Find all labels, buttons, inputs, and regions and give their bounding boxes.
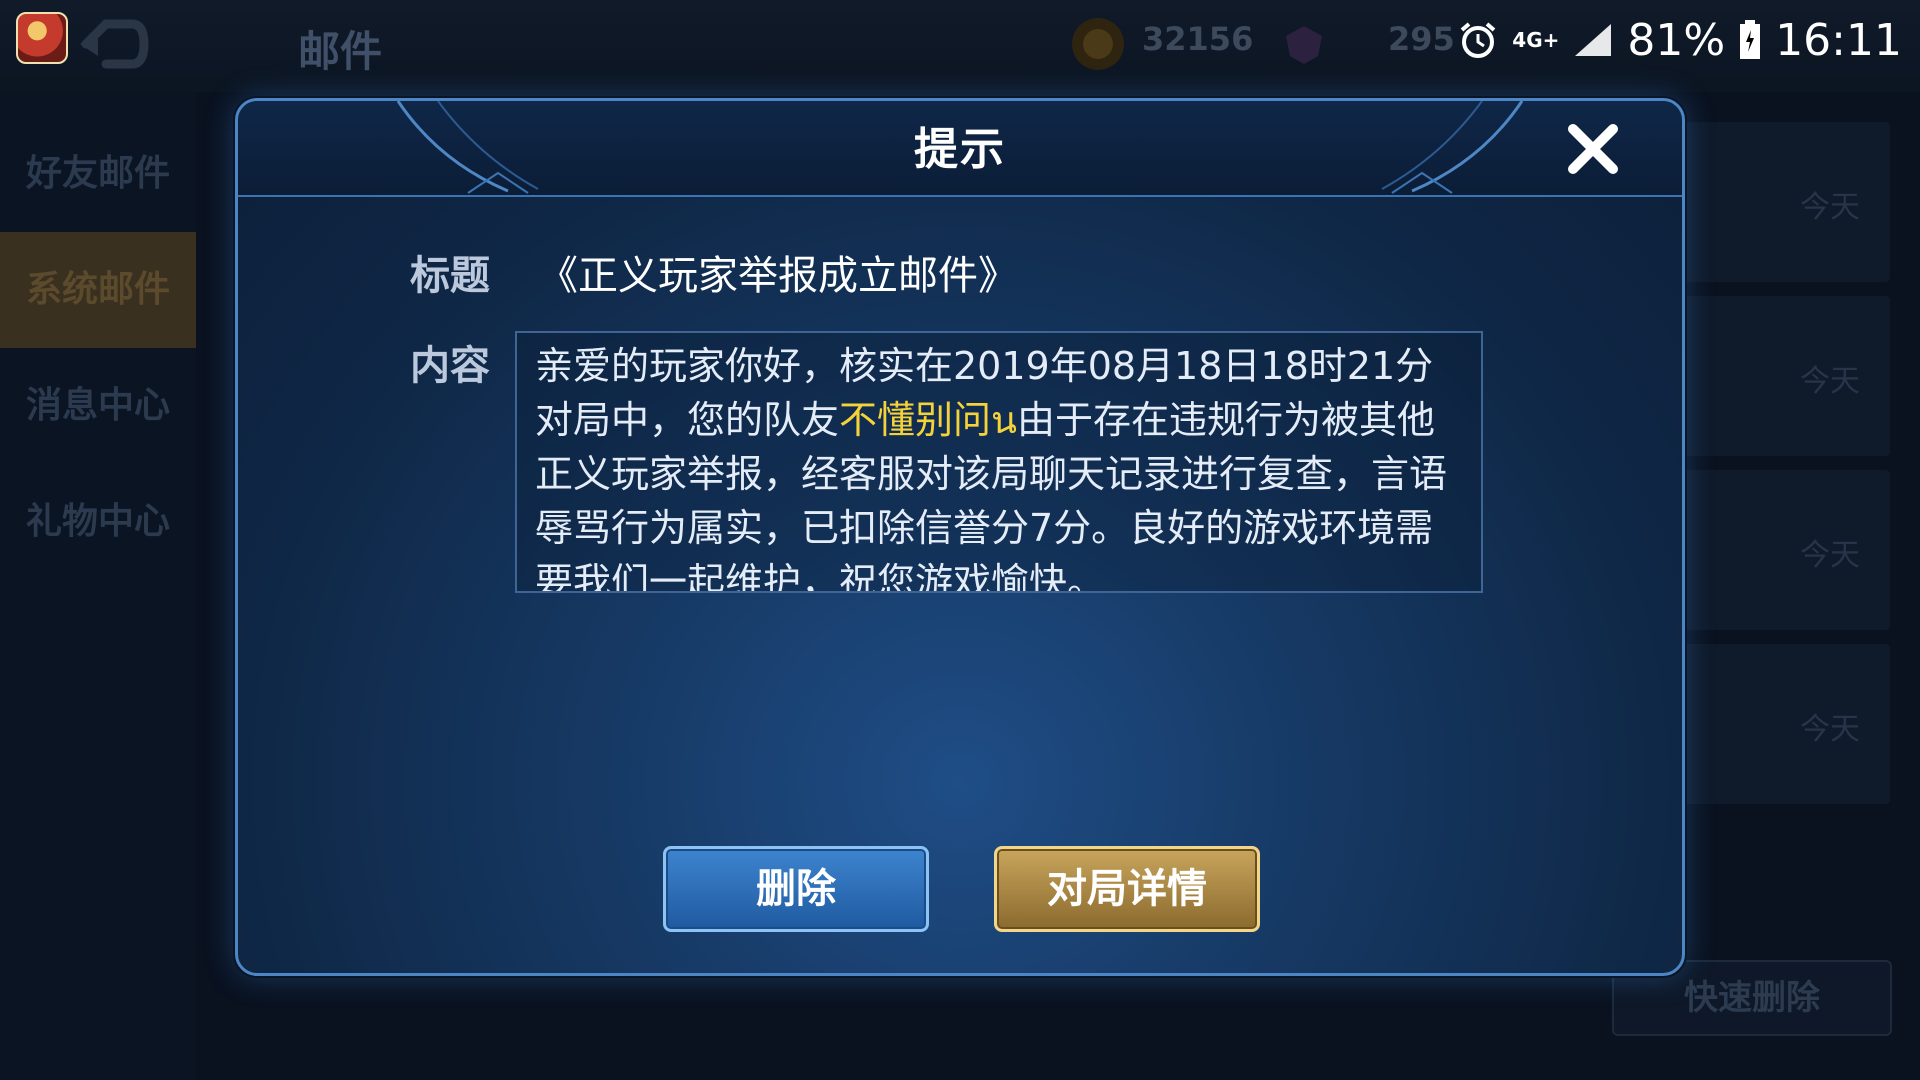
content-label: 内容 <box>410 343 490 389</box>
sidebar-item-message-center[interactable]: 消息中心 <box>0 348 196 464</box>
clock-time: 16:11 <box>1775 14 1902 66</box>
sidebar-item-system-mail[interactable]: 系统邮件 <box>0 232 196 348</box>
battery-icon <box>1740 20 1761 59</box>
mail-date: 今天 <box>1800 190 1860 225</box>
mail-date: 今天 <box>1800 538 1860 573</box>
mail-category-sidebar: 好友邮件 系统邮件 消息中心 礼物中心 <box>0 92 196 1080</box>
delete-button[interactable]: 删除 <box>663 846 929 932</box>
teammate-name: 不懂别问น <box>839 398 1017 442</box>
content-text-box[interactable]: 亲爱的玩家你好，核实在2019年08月18日18时21分对局中，您的队友不懂别问… <box>515 331 1483 593</box>
gold-coin-icon <box>1072 18 1124 70</box>
subject-label: 标题 <box>410 253 490 299</box>
alarm-icon <box>1460 22 1496 58</box>
gem-amount: 295 <box>1388 20 1455 58</box>
mail-list-row[interactable]: 今天 <box>1670 470 1890 630</box>
dialog-header: 提示 <box>238 101 1682 197</box>
notice-dialog: 提示 标题 《正义玩家举报成立邮件》 内容 亲爱的玩家你好，核实在2019年08… <box>235 98 1685 976</box>
subject-value: 《正义玩家举报成立邮件》 <box>538 253 1018 299</box>
dialog-title: 提示 <box>914 124 1006 175</box>
sidebar-item-friend-mail[interactable]: 好友邮件 <box>0 116 196 232</box>
match-details-button[interactable]: 对局详情 <box>994 846 1260 932</box>
mail-list-row[interactable]: 今天 <box>1670 644 1890 804</box>
app-icon <box>16 12 68 64</box>
close-icon[interactable] <box>1563 119 1623 179</box>
mail-date: 今天 <box>1800 364 1860 399</box>
mail-list-row[interactable]: 今天 <box>1670 122 1890 282</box>
network-type: 4G+ <box>1512 28 1560 52</box>
back-arrow-icon[interactable] <box>76 14 150 74</box>
status-bar: 4G+ 81% 16:11 <box>1458 10 1902 70</box>
page-title: 邮件 <box>298 27 383 76</box>
gem-icon <box>1286 26 1322 64</box>
mail-date: 今天 <box>1800 712 1860 747</box>
sidebar-item-gift-center[interactable]: 礼物中心 <box>0 464 196 580</box>
mail-list-row[interactable]: 今天 <box>1670 296 1890 456</box>
signal-icon <box>1575 24 1612 56</box>
battery-percent: 81% <box>1627 14 1726 66</box>
gold-amount: 32156 <box>1142 20 1254 58</box>
top-bar: 邮件 32156 295 4G+ 81% 16:11 <box>0 0 1920 92</box>
